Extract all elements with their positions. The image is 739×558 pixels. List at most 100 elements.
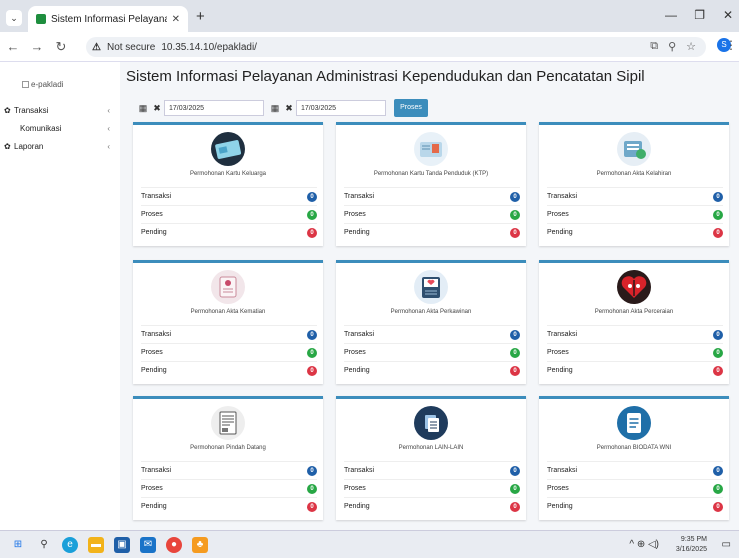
card-akta-perceraian[interactable]: Permohonan Akta Perceraian Transaksi 0 Pr… [539, 260, 729, 384]
card-kartu-keluarga[interactable]: Permohonan Kartu Keluarga Transaksi 0 Pro… [133, 122, 323, 246]
card-biodata-wni[interactable]: Permohonan BIODATA WNI Transaksi 0 Proses… [539, 396, 729, 520]
count-badge: 0 [307, 192, 317, 202]
back-icon[interactable]: ← [6, 39, 20, 54]
card-pindah-datang[interactable]: Permohonan Pindah Datang Transaksi 0 Pros… [133, 396, 323, 520]
row-proses: Proses 0 [141, 479, 317, 497]
count-badge: 0 [713, 484, 723, 494]
count-badge: 0 [713, 210, 723, 220]
address-bar[interactable]: ⚠ Not secure 10.35.14.10/epakladi/ ⧉ ⚲ ☆ [86, 37, 706, 57]
marriage-certificate-icon [407, 269, 455, 305]
row-transaksi: Transaksi 0 [344, 461, 520, 479]
sidebar-item-label: Transaksi [14, 106, 49, 115]
notification-icon[interactable]: ▭ [722, 539, 731, 550]
clear-icon[interactable]: ✖ [150, 100, 164, 116]
count-badge: 0 [713, 348, 723, 358]
row-proses: Proses 0 [141, 205, 317, 223]
row-proses: Proses 0 [547, 343, 723, 361]
sidebar-item-laporan[interactable]: ✿ Laporan ‹ [4, 142, 116, 151]
card-akta-perkawinan[interactable]: Permohonan Akta Perkawinan Transaksi 0 Pr… [336, 260, 526, 384]
date-filter-bar: ▦ ✖ ▦ ✖ Proses [136, 99, 428, 117]
row-pending: Pending 0 [141, 361, 317, 379]
sidebar: e-pakladi ✿ Transaksi ‹ Komunikasi ‹ ✿ L… [0, 62, 120, 530]
count-badge: 0 [510, 210, 520, 220]
proses-button[interactable]: Proses [394, 99, 428, 117]
card-title: Permohonan Pindah Datang [190, 445, 266, 451]
mail-icon[interactable]: ✉ [140, 537, 156, 553]
card-ktp[interactable]: Permohonan Kartu Tanda Penduduk (KTP) Tr… [336, 122, 526, 246]
system-tray-icons[interactable]: ^ ⊕ ◁) [629, 539, 659, 550]
store-icon[interactable]: ▣ [114, 537, 130, 553]
new-tab-icon[interactable]: + [196, 8, 205, 25]
forward-icon[interactable]: → [30, 39, 44, 54]
date-to-input[interactable] [296, 100, 386, 116]
row-proses: Proses 0 [344, 479, 520, 497]
count-badge: 0 [510, 466, 520, 476]
chevron-left-icon: ‹ [107, 142, 110, 151]
count-badge: 0 [510, 348, 520, 358]
card-title: Permohonan Kartu Tanda Penduduk (KTP) [373, 171, 489, 177]
card-akta-kematian[interactable]: Permohonan Akta Kematian Transaksi 0 Pros… [133, 260, 323, 384]
card-title: Permohonan BIODATA WNI [596, 445, 672, 451]
translate-icon[interactable]: ⧉ [650, 40, 658, 53]
site-favicon-icon [36, 14, 46, 24]
tab-close-icon[interactable]: ✕ [172, 14, 180, 25]
card-lain-lain[interactable]: Permohonan LAIN-LAIN Transaksi 0 Proses 0 … [336, 396, 526, 520]
chevron-left-icon: ‹ [107, 106, 110, 115]
count-badge: 0 [510, 330, 520, 340]
count-badge: 0 [713, 228, 723, 238]
browser-menu-icon[interactable]: ⋮ [725, 38, 737, 52]
card-title: Permohonan LAIN-LAIN [398, 445, 464, 451]
row-pending: Pending 0 [547, 497, 723, 515]
row-transaksi: Transaksi 0 [141, 325, 317, 343]
app-icon[interactable]: ♣ [192, 537, 208, 553]
reload-icon[interactable]: ↻ [54, 39, 68, 55]
clock[interactable]: 9:35 PM 3/16/2025 [676, 535, 707, 555]
chrome-icon[interactable]: ● [166, 537, 182, 553]
count-badge: 0 [307, 348, 317, 358]
count-badge: 0 [307, 210, 317, 220]
edge-browser-icon[interactable]: e [62, 537, 78, 553]
card-title: Permohonan Akta Perkawinan [390, 309, 472, 315]
warning-icon: ⚠ [92, 41, 101, 53]
zoom-icon[interactable]: ⚲ [668, 40, 676, 53]
calendar-icon[interactable]: ▦ [268, 100, 282, 116]
tab-search-chevron-icon[interactable]: ⌄ [6, 10, 22, 26]
count-badge: 0 [713, 502, 723, 512]
count-badge: 0 [510, 192, 520, 202]
card-akta-kelahiran[interactable]: Permohonan Akta Kelahiran Transaksi 0 Pro… [539, 122, 729, 246]
count-badge: 0 [713, 330, 723, 340]
calendar-icon[interactable]: ▦ [136, 100, 150, 116]
count-badge: 0 [510, 484, 520, 494]
sidebar-item-komunikasi[interactable]: Komunikasi ‹ [4, 124, 116, 133]
taskbar: ⊞ ⚲ e ▬ ▣ ✉ ● ♣ ^ ⊕ ◁) 9:35 PM 3/16/2025… [0, 530, 739, 558]
row-transaksi: Transaksi 0 [141, 187, 317, 205]
file-explorer-icon[interactable]: ▬ [88, 537, 104, 553]
security-label: Not secure [106, 41, 156, 53]
id-card-icon [407, 131, 455, 167]
app-logo[interactable]: e-pakladi [22, 80, 63, 89]
row-pending: Pending 0 [344, 223, 520, 241]
date-from-input[interactable] [164, 100, 264, 116]
divorce-heart-icon [610, 269, 658, 305]
birth-certificate-icon [610, 131, 658, 167]
card-title: Permohonan Kartu Keluarga [189, 171, 267, 177]
row-transaksi: Transaksi 0 [547, 187, 723, 205]
restore-icon[interactable]: ❐ [694, 8, 705, 22]
bookmark-star-icon[interactable]: ☆ [686, 40, 696, 53]
minimize-icon[interactable]: — [665, 8, 677, 22]
search-icon[interactable]: ⚲ [36, 537, 52, 553]
count-badge: 0 [510, 228, 520, 238]
documents-icon [407, 405, 455, 441]
chevron-left-icon: ‹ [107, 124, 110, 133]
count-badge: 0 [510, 502, 520, 512]
window-close-icon[interactable]: ✕ [723, 8, 733, 22]
browser-toolbar: ← → ↻ ⚠ Not secure 10.35.14.10/epakladi/… [0, 32, 739, 62]
row-proses: Proses 0 [344, 205, 520, 223]
browser-tab[interactable]: Sistem Informasi Pelayanan Ad ✕ [28, 6, 188, 32]
windows-start-icon[interactable]: ⊞ [10, 537, 26, 553]
main-content: Sistem Informasi Pelayanan Administrasi … [120, 62, 739, 530]
clear-icon[interactable]: ✖ [282, 100, 296, 116]
count-badge: 0 [713, 192, 723, 202]
card-title: Permohonan Akta Kelahiran [596, 171, 672, 177]
sidebar-item-transaksi[interactable]: ✿ Transaksi ‹ [4, 106, 116, 115]
